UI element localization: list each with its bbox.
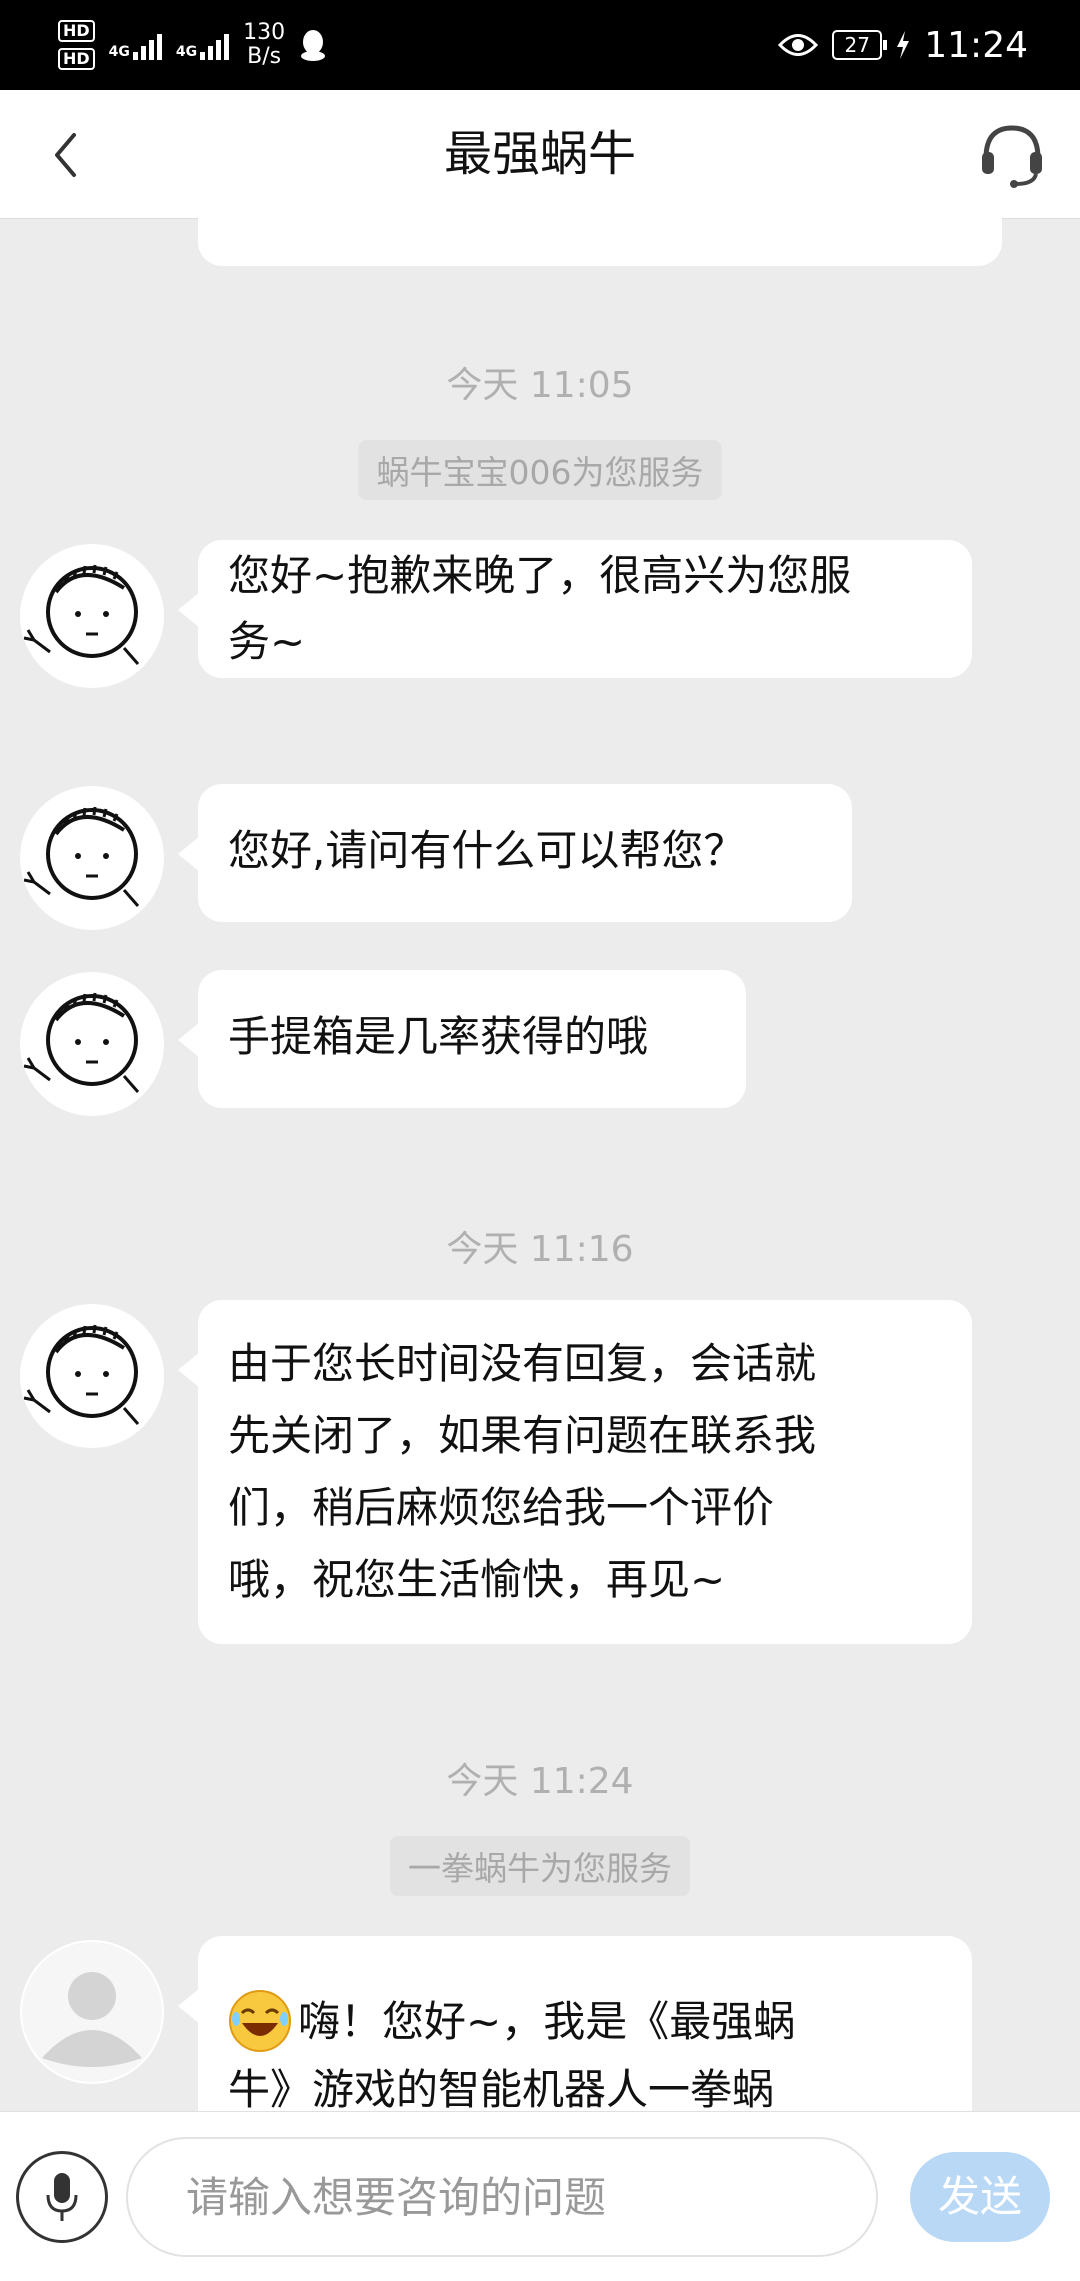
network-type-1: 4G xyxy=(108,44,130,60)
agent-notice: 蜗牛宝宝006为您服务 xyxy=(358,440,722,500)
eye-icon xyxy=(778,34,819,56)
signal-icon xyxy=(200,30,230,60)
status-left: HD HD 4G 4G 130 B/s xyxy=(58,14,327,76)
avatar[interactable] xyxy=(20,972,164,1116)
qq-icon xyxy=(301,30,326,61)
headset-icon xyxy=(982,125,1042,188)
status-bar: HD HD 4G 4G 130 B/s 27 11:24 xyxy=(0,0,1080,90)
signal-1: 4G xyxy=(109,30,162,60)
avatar[interactable] xyxy=(20,1304,164,1448)
sim1-hd-badge: HD xyxy=(58,20,95,42)
message-line: 嗨！您好~，我是《最强蜗 xyxy=(228,1986,942,2058)
clock: 11:24 xyxy=(924,24,1028,66)
speed-unit: B/s xyxy=(247,44,282,69)
avatar[interactable] xyxy=(20,544,164,688)
voice-button[interactable] xyxy=(16,2151,108,2243)
speed-value: 130 xyxy=(243,20,286,45)
charging-icon xyxy=(897,31,910,59)
input-bar: 发送 xyxy=(0,2111,1080,2281)
avatar[interactable] xyxy=(20,1940,164,2084)
timestamp: 今天 11:16 xyxy=(446,1229,634,1270)
agent-notice: 一拳蜗牛为您服务 xyxy=(390,1836,690,1896)
message-text: 手提箱是几率获得的哦 xyxy=(228,1012,649,1061)
message-text: 先关闭了，如果有问题在联系我 xyxy=(228,1411,817,1460)
message-text: 您好,请问有什么可以帮您？ xyxy=(228,826,746,875)
message-bubble[interactable]: 由于您长时间没有回复，会话就 先关闭了，如果有问题在联系我 们，稍后麻烦您给我一… xyxy=(178,1300,972,1644)
timestamp: 今天 11:24 xyxy=(446,1761,634,1802)
timestamp: 今天 11:05 xyxy=(446,365,634,406)
message-text: 牛》游戏的智能机器人一拳蜗 xyxy=(228,2065,775,2111)
message-text: 哦，祝您生活愉快，再见~ xyxy=(228,1555,726,1604)
robot-avatar-icon xyxy=(23,992,140,1093)
message-bubble[interactable]: 嗨！您好~，我是《最强蜗 牛》游戏的智能机器人一拳蜗 xyxy=(178,1936,972,2111)
battery-icon: 27 xyxy=(832,30,888,60)
robot-avatar-icon xyxy=(23,1324,140,1425)
laughing-emoji-icon xyxy=(229,1989,291,2052)
signal-2: 4G xyxy=(175,30,230,60)
question-input[interactable] xyxy=(126,2137,878,2257)
message-text: 们，稍后麻烦您给我一个评价 xyxy=(228,1483,775,1532)
status-right: 27 11:24 xyxy=(778,20,1028,70)
page-title: 最强蜗牛 xyxy=(443,126,636,182)
chat-list[interactable]: 今天 11:05 蜗牛宝宝006为您服务 您好~抱歉来晚了，很高兴为您服 务~ xyxy=(0,218,1080,2111)
robot-avatar-icon xyxy=(23,564,140,665)
signal-icon xyxy=(132,30,162,60)
sim-indicators: HD HD xyxy=(58,20,95,70)
battery-level: 27 xyxy=(844,33,870,57)
microphone-icon xyxy=(46,2173,78,2221)
chat-header: 最强蜗牛 xyxy=(0,90,1080,219)
message-text: 务~ xyxy=(228,617,306,666)
customer-service-button[interactable] xyxy=(974,116,1050,192)
message-bubble[interactable]: 您好~抱歉来晚了，很高兴为您服 务~ xyxy=(178,540,972,678)
network-type-2: 4G xyxy=(175,44,198,60)
message-text: 您好~抱歉来晚了，很高兴为您服 xyxy=(228,551,852,600)
message-text: 由于您长时间没有回复，会话就 xyxy=(228,1339,817,1388)
default-avatar-icon xyxy=(22,1942,162,2082)
message-text: 嗨！您好~，我是《最强蜗 xyxy=(298,1997,796,2046)
avatar[interactable] xyxy=(20,786,164,930)
robot-avatar-icon xyxy=(23,806,140,907)
send-button[interactable]: 发送 xyxy=(910,2152,1050,2242)
message-bubble[interactable]: 手提箱是几率获得的哦 xyxy=(178,970,746,1108)
previous-message-bubble xyxy=(198,218,1002,266)
network-speed: 130 B/s xyxy=(243,21,285,69)
message-bubble[interactable]: 您好,请问有什么可以帮您？ xyxy=(178,784,852,922)
sim2-hd-badge: HD xyxy=(58,48,95,70)
